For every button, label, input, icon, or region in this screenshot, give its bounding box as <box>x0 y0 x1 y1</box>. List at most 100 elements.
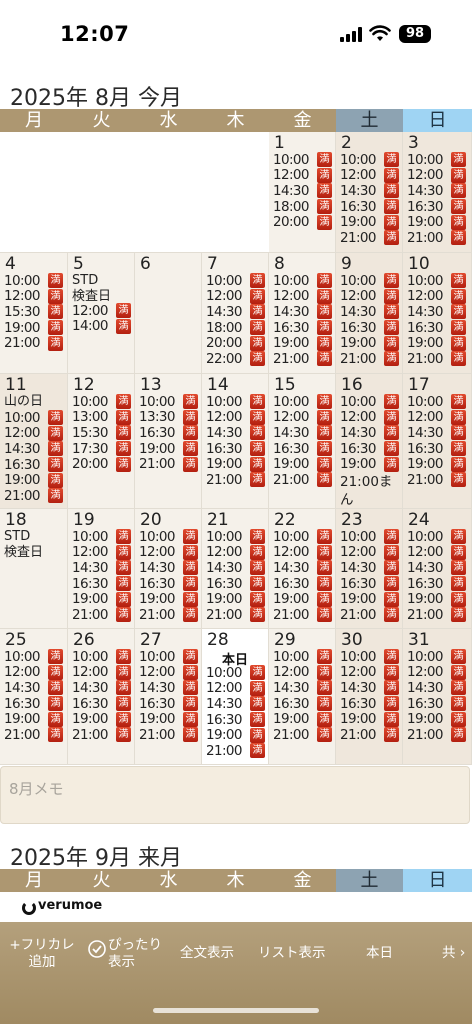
time-slot[interactable]: 14:30 満 <box>4 441 63 457</box>
day-cell[interactable]: 6 <box>135 253 202 373</box>
time-slot[interactable]: 21:00 満 <box>206 743 265 759</box>
time-slot[interactable]: 19:00 満 <box>206 727 265 743</box>
full-text-button[interactable]: 全文表示 <box>180 945 234 962</box>
time-slot[interactable]: 19:00 満 <box>72 591 131 607</box>
time-slot[interactable]: 16:30 満 <box>407 576 466 592</box>
time-slot[interactable]: 21:00 満 <box>139 607 198 623</box>
time-slot[interactable]: 21:00ま <box>340 472 399 490</box>
time-slot[interactable]: 21:00 満 <box>273 607 332 623</box>
day-cell[interactable]: 16 ん 10:00 満 12:00 満 14:30 満 16:30 満 19:00 満 21:00ま <box>336 374 403 508</box>
time-slot[interactable]: 21:00 満 <box>139 727 198 743</box>
time-slot[interactable]: 21:00 満 <box>4 727 63 743</box>
time-slot[interactable]: 19:00 満 <box>273 456 332 472</box>
time-slot[interactable]: 21:00 満 <box>72 607 131 623</box>
day-cell[interactable]: 20 10:00 満 12:00 満 14:30 満 16:30 満 19:00 満 21:00 満 <box>135 509 202 628</box>
time-slot[interactable]: 16:30 満 <box>72 576 131 592</box>
time-slot[interactable]: 12:00 満 <box>72 664 131 680</box>
day-cell[interactable]: 7 10:00 満 12:00 満 14:30 満 18:00 満 20:00 満 22:00 満 <box>202 253 269 373</box>
time-slot[interactable]: 19:00 満 <box>4 472 63 488</box>
time-slot[interactable]: 21:00 満 <box>273 727 332 743</box>
time-slot[interactable]: 16:30 満 <box>407 320 466 336</box>
time-slot[interactable]: 10:00 満 <box>340 529 399 545</box>
time-slot[interactable]: 12:00 満 <box>340 288 399 304</box>
time-slot[interactable]: 19:00 満 <box>206 456 265 472</box>
time-slot[interactable]: 10:00 満 <box>4 273 63 289</box>
time-slot[interactable]: 14:30 満 <box>340 304 399 320</box>
time-slot[interactable]: 14:30 満 <box>139 560 198 576</box>
day-cell[interactable]: 28 本日 10:00 満 12:00 満 14:30 満 16:30 満 19:00 満 21:00 満 <box>202 629 269 764</box>
day-cell[interactable]: 2 10:00 満 12:00 満 14:30 満 16:30 満 19:00 満 21:00 満 <box>336 132 403 252</box>
day-cell[interactable]: 31 10:00 満 12:00 満 14:30 満 16:30 満 19:00 満 21:00 満 <box>403 629 472 764</box>
time-slot[interactable]: 10:00 満 <box>340 152 399 168</box>
time-slot[interactable]: 10:00 満 <box>4 649 63 665</box>
memo-field[interactable]: 8月メモ <box>0 766 470 824</box>
time-slot[interactable]: 14:30 満 <box>206 696 265 712</box>
time-slot[interactable]: 21:00 満 <box>206 472 265 488</box>
time-slot[interactable]: 16:30 満 <box>407 441 466 457</box>
time-slot[interactable]: 10:00 満 <box>340 649 399 665</box>
time-slot[interactable]: 14:30 満 <box>407 304 466 320</box>
time-slot[interactable]: 16:30 満 <box>273 320 332 336</box>
time-slot[interactable]: 10:00 満 <box>340 273 399 289</box>
time-slot[interactable]: 19:00 満 <box>4 320 63 336</box>
time-slot[interactable]: 19:00 満 <box>273 591 332 607</box>
time-slot[interactable]: 13:00 満 <box>72 409 131 425</box>
time-slot[interactable]: 14:30 満 <box>407 560 466 576</box>
time-slot[interactable]: 10:00 満 <box>4 410 63 426</box>
time-slot[interactable]: 14:30 満 <box>340 560 399 576</box>
time-slot[interactable]: 10:00 満 <box>340 394 399 410</box>
time-slot[interactable]: 10:00 満 <box>407 394 466 410</box>
time-slot[interactable]: 12:00 満 <box>407 167 466 183</box>
day-cell[interactable]: 23 10:00 満 12:00 満 14:30 満 16:30 満 19:00 満 21:00 満 <box>336 509 403 628</box>
time-slot[interactable]: 17:30 満 <box>72 441 131 457</box>
time-slot[interactable]: 10:00 満 <box>273 152 332 168</box>
time-slot[interactable]: 10:00 満 <box>206 273 265 289</box>
time-slot[interactable]: 14:00 満 <box>72 318 131 334</box>
time-slot[interactable]: 12:00 満 <box>139 664 198 680</box>
day-cell[interactable]: 27 10:00 満 12:00 満 14:30 満 16:30 満 19:00 満 21:00 満 <box>135 629 202 764</box>
time-slot[interactable]: 14:30 満 <box>206 304 265 320</box>
day-cell[interactable]: 25 10:00 満 12:00 満 14:30 満 16:30 満 19:00 満 21:00 満 <box>0 629 68 764</box>
time-slot[interactable]: 12:00 満 <box>206 288 265 304</box>
time-slot[interactable]: 14:30 満 <box>407 183 466 199</box>
time-slot[interactable]: 21:00 満 <box>407 472 466 488</box>
time-slot[interactable]: 16:30 満 <box>273 576 332 592</box>
time-slot[interactable]: 14:30 満 <box>340 183 399 199</box>
time-slot[interactable]: 22:00 満 <box>206 351 265 367</box>
time-slot[interactable]: 10:00 満 <box>139 649 198 665</box>
time-slot[interactable]: 21:00 満 <box>407 351 466 367</box>
time-slot[interactable]: 14:30 満 <box>407 680 466 696</box>
time-slot[interactable]: 19:00 満 <box>340 591 399 607</box>
share-button[interactable]: 共 › <box>442 945 465 962</box>
time-slot[interactable]: 20:00 満 <box>72 456 131 472</box>
time-slot[interactable]: 19:00 満 <box>4 711 63 727</box>
time-slot[interactable]: 14:30 満 <box>407 425 466 441</box>
time-slot[interactable]: 16:30 満 <box>340 441 399 457</box>
time-slot[interactable]: 10:00 満 <box>72 649 131 665</box>
time-slot[interactable]: 16:30 満 <box>273 441 332 457</box>
time-slot[interactable]: 21:00 満 <box>407 607 466 623</box>
time-slot[interactable]: 16:30 満 <box>340 576 399 592</box>
day-cell[interactable]: 10 10:00 満 12:00 満 14:30 満 16:30 満 19:00 満 21:00 満 <box>403 253 472 373</box>
time-slot[interactable]: 14:30 満 <box>273 425 332 441</box>
time-slot[interactable]: 10:00 満 <box>273 273 332 289</box>
brand-tab[interactable]: verumoe <box>0 892 120 922</box>
day-cell[interactable]: 9 10:00 満 12:00 満 14:30 満 16:30 満 19:00 満 21:00 満 <box>336 253 403 373</box>
day-cell[interactable]: 21 10:00 満 12:00 満 14:30 満 16:30 満 19:00 満 21:00 満 <box>202 509 269 628</box>
time-slot[interactable]: 21:00 満 <box>4 488 63 504</box>
time-slot[interactable]: 19:00 満 <box>407 591 466 607</box>
time-slot[interactable]: 16:30 満 <box>340 199 399 215</box>
time-slot[interactable]: 21:00 満 <box>273 472 332 488</box>
day-cell[interactable]: 19 10:00 満 12:00 満 14:30 満 16:30 満 19:00 満 21:00 満 <box>68 509 135 628</box>
time-slot[interactable]: 12:00 満 <box>273 664 332 680</box>
time-slot[interactable]: 16:30 満 <box>4 696 63 712</box>
time-slot[interactable]: 14:30 満 <box>273 680 332 696</box>
time-slot[interactable]: 16:30 満 <box>139 425 198 441</box>
time-slot[interactable]: 21:00 満 <box>340 727 399 743</box>
time-slot[interactable]: 12:00 満 <box>4 288 63 304</box>
time-slot[interactable]: 16:30 満 <box>407 199 466 215</box>
time-slot[interactable]: 19:00 満 <box>139 591 198 607</box>
time-slot[interactable]: 21:00 満 <box>273 351 332 367</box>
day-cell[interactable]: 1 10:00 満 12:00 満 14:30 満 18:00 満 20:00 満 <box>269 132 336 252</box>
today-button[interactable]: 本日 <box>366 945 393 962</box>
